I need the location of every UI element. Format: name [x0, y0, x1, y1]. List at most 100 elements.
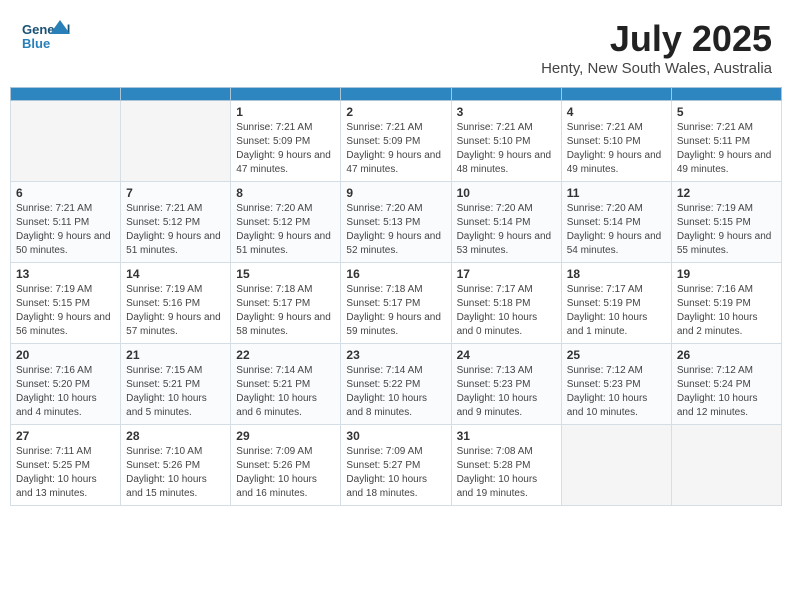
day-number: 17	[457, 267, 556, 281]
col-monday	[121, 88, 231, 101]
day-number: 18	[567, 267, 666, 281]
day-number: 27	[16, 429, 115, 443]
table-row: 11 Sunrise: 7:20 AM Sunset: 5:14 PM Dayli…	[561, 182, 671, 263]
day-info: Sunrise: 7:12 AM Sunset: 5:24 PM Dayligh…	[677, 364, 776, 420]
day-number: 21	[126, 348, 225, 362]
table-row	[11, 101, 121, 182]
day-number: 7	[126, 186, 225, 200]
table-row: 7 Sunrise: 7:21 AM Sunset: 5:12 PM Daylig…	[121, 182, 231, 263]
calendar-week-row: 20Sunrise: 7:16 AM Sunset: 5:20 PM Dayli…	[11, 344, 782, 425]
day-info: Sunrise: 7:21 AM Sunset: 5:11 PM Dayligh…	[677, 121, 776, 177]
day-info: Sunrise: 7:21 AM Sunset: 5:10 PM Dayligh…	[457, 121, 556, 177]
calendar-week-row: 27Sunrise: 7:11 AM Sunset: 5:25 PM Dayli…	[11, 425, 782, 506]
day-info: Sunrise: 7:14 AM Sunset: 5:22 PM Dayligh…	[346, 364, 445, 420]
table-row: 20Sunrise: 7:16 AM Sunset: 5:20 PM Dayli…	[11, 344, 121, 425]
table-row: 28Sunrise: 7:10 AM Sunset: 5:26 PM Dayli…	[121, 425, 231, 506]
table-row: 19Sunrise: 7:16 AM Sunset: 5:19 PM Dayli…	[671, 263, 781, 344]
table-row: 3 Sunrise: 7:21 AM Sunset: 5:10 PM Daylig…	[451, 101, 561, 182]
day-info: Sunrise: 7:21 AM Sunset: 5:09 PM Dayligh…	[236, 121, 335, 177]
page-header: General Blue July 2025 Henty, New South …	[10, 10, 782, 81]
day-number: 4	[567, 105, 666, 119]
day-info: Sunrise: 7:20 AM Sunset: 5:14 PM Dayligh…	[567, 202, 666, 258]
day-info: Sunrise: 7:21 AM Sunset: 5:09 PM Dayligh…	[346, 121, 445, 177]
col-sunday	[11, 88, 121, 101]
day-info: Sunrise: 7:17 AM Sunset: 5:18 PM Dayligh…	[457, 283, 556, 339]
table-row: 21 Sunrise: 7:15 AM Sunset: 5:21 PM Dayli…	[121, 344, 231, 425]
day-number: 29	[236, 429, 335, 443]
table-row	[671, 425, 781, 506]
day-number: 1	[236, 105, 335, 119]
day-number: 5	[677, 105, 776, 119]
table-row: 23 Sunrise: 7:14 AM Sunset: 5:22 PM Dayli…	[341, 344, 451, 425]
svg-text:Blue: Blue	[22, 36, 50, 51]
table-row: 17 Sunrise: 7:17 AM Sunset: 5:18 PM Dayli…	[451, 263, 561, 344]
col-saturday	[671, 88, 781, 101]
title-block: July 2025 Henty, New South Wales, Austra…	[541, 18, 772, 77]
table-row: 6 Sunrise: 7:21 AM Sunset: 5:11 PM Daylig…	[11, 182, 121, 263]
table-row: 27Sunrise: 7:11 AM Sunset: 5:25 PM Dayli…	[11, 425, 121, 506]
day-number: 25	[567, 348, 666, 362]
table-row	[121, 101, 231, 182]
table-row: 16 Sunrise: 7:18 AM Sunset: 5:17 PM Dayli…	[341, 263, 451, 344]
day-number: 23	[346, 348, 445, 362]
table-row: 26 Sunrise: 7:12 AM Sunset: 5:24 PM Dayli…	[671, 344, 781, 425]
table-row: 12Sunrise: 7:19 AM Sunset: 5:15 PM Dayli…	[671, 182, 781, 263]
day-info: Sunrise: 7:20 AM Sunset: 5:13 PM Dayligh…	[346, 202, 445, 258]
day-number: 16	[346, 267, 445, 281]
logo-svg: General Blue	[20, 18, 70, 62]
day-number: 9	[346, 186, 445, 200]
day-info: Sunrise: 7:08 AM Sunset: 5:28 PM Dayligh…	[457, 445, 556, 501]
table-row: 1 Sunrise: 7:21 AM Sunset: 5:09 PM Daylig…	[231, 101, 341, 182]
day-info: Sunrise: 7:17 AM Sunset: 5:19 PM Dayligh…	[567, 283, 666, 339]
day-info: Sunrise: 7:21 AM Sunset: 5:12 PM Dayligh…	[126, 202, 225, 258]
day-info: Sunrise: 7:14 AM Sunset: 5:21 PM Dayligh…	[236, 364, 335, 420]
col-friday	[561, 88, 671, 101]
day-number: 12	[677, 186, 776, 200]
table-row: 8Sunrise: 7:20 AM Sunset: 5:12 PM Daylig…	[231, 182, 341, 263]
day-info: Sunrise: 7:13 AM Sunset: 5:23 PM Dayligh…	[457, 364, 556, 420]
day-info: Sunrise: 7:19 AM Sunset: 5:16 PM Dayligh…	[126, 283, 225, 339]
table-row: 22 Sunrise: 7:14 AM Sunset: 5:21 PM Dayli…	[231, 344, 341, 425]
day-info: Sunrise: 7:16 AM Sunset: 5:20 PM Dayligh…	[16, 364, 115, 420]
table-row	[561, 425, 671, 506]
day-number: 24	[457, 348, 556, 362]
day-number: 30	[346, 429, 445, 443]
day-info: Sunrise: 7:10 AM Sunset: 5:26 PM Dayligh…	[126, 445, 225, 501]
day-number: 31	[457, 429, 556, 443]
day-number: 22	[236, 348, 335, 362]
day-number: 2	[346, 105, 445, 119]
table-row: 14 Sunrise: 7:19 AM Sunset: 5:16 PM Dayli…	[121, 263, 231, 344]
page-title: July 2025	[541, 18, 772, 60]
day-info: Sunrise: 7:15 AM Sunset: 5:21 PM Dayligh…	[126, 364, 225, 420]
day-number: 15	[236, 267, 335, 281]
calendar-table: 1 Sunrise: 7:21 AM Sunset: 5:09 PM Daylig…	[10, 87, 782, 506]
day-info: Sunrise: 7:19 AM Sunset: 5:15 PM Dayligh…	[16, 283, 115, 339]
day-info: Sunrise: 7:18 AM Sunset: 5:17 PM Dayligh…	[346, 283, 445, 339]
col-thursday	[451, 88, 561, 101]
day-number: 13	[16, 267, 115, 281]
table-row: 31 Sunrise: 7:08 AM Sunset: 5:28 PM Dayli…	[451, 425, 561, 506]
table-row: 15 Sunrise: 7:18 AM Sunset: 5:17 PM Dayli…	[231, 263, 341, 344]
table-row: 25 Sunrise: 7:12 AM Sunset: 5:23 PM Dayli…	[561, 344, 671, 425]
day-number: 11	[567, 186, 666, 200]
day-info: Sunrise: 7:09 AM Sunset: 5:26 PM Dayligh…	[236, 445, 335, 501]
day-number: 3	[457, 105, 556, 119]
day-number: 19	[677, 267, 776, 281]
table-row: 29 Sunrise: 7:09 AM Sunset: 5:26 PM Dayli…	[231, 425, 341, 506]
day-number: 6	[16, 186, 115, 200]
day-number: 14	[126, 267, 225, 281]
day-info: Sunrise: 7:12 AM Sunset: 5:23 PM Dayligh…	[567, 364, 666, 420]
col-tuesday	[231, 88, 341, 101]
day-info: Sunrise: 7:21 AM Sunset: 5:11 PM Dayligh…	[16, 202, 115, 258]
table-row: 2 Sunrise: 7:21 AM Sunset: 5:09 PM Daylig…	[341, 101, 451, 182]
day-info: Sunrise: 7:21 AM Sunset: 5:10 PM Dayligh…	[567, 121, 666, 177]
calendar-week-row: 6 Sunrise: 7:21 AM Sunset: 5:11 PM Daylig…	[11, 182, 782, 263]
table-row: 24 Sunrise: 7:13 AM Sunset: 5:23 PM Dayli…	[451, 344, 561, 425]
table-row: 5 Sunrise: 7:21 AM Sunset: 5:11 PM Daylig…	[671, 101, 781, 182]
table-row: 10Sunrise: 7:20 AM Sunset: 5:14 PM Dayli…	[451, 182, 561, 263]
calendar-week-row: 1 Sunrise: 7:21 AM Sunset: 5:09 PM Daylig…	[11, 101, 782, 182]
table-row: 4 Sunrise: 7:21 AM Sunset: 5:10 PM Daylig…	[561, 101, 671, 182]
day-number: 26	[677, 348, 776, 362]
day-info: Sunrise: 7:18 AM Sunset: 5:17 PM Dayligh…	[236, 283, 335, 339]
day-number: 8	[236, 186, 335, 200]
